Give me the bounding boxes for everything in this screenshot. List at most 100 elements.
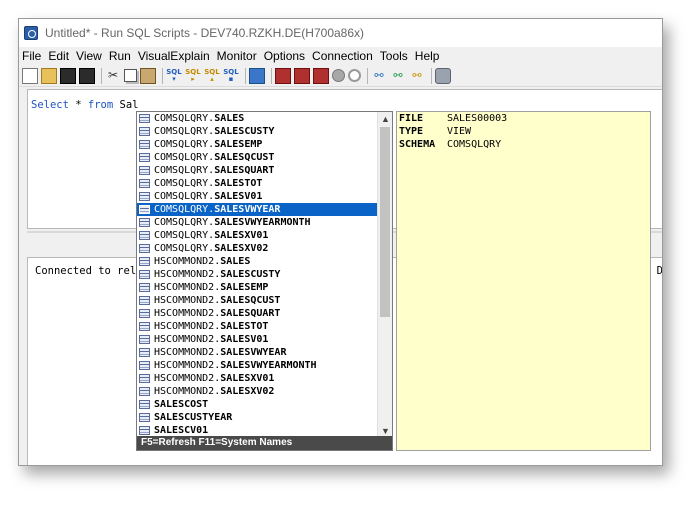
- item-name: SALESXV01: [214, 230, 269, 241]
- autocomplete-item[interactable]: COMSQLQRY. SALESXV01: [137, 229, 378, 242]
- explain-icon[interactable]: [275, 67, 291, 84]
- table-icon: [139, 400, 150, 409]
- autocomplete-item[interactable]: SALESCUSTYEAR: [137, 411, 378, 424]
- table-icon: [139, 309, 150, 318]
- item-name: SALESTOT: [214, 178, 263, 189]
- table-icon: [139, 192, 150, 201]
- autocomplete-scrollbar[interactable]: ▲ ▼: [377, 112, 392, 438]
- menu-view[interactable]: View: [73, 49, 105, 63]
- title-bar[interactable]: Untitled* - Run SQL Scripts - DEV740.RZK…: [19, 19, 662, 47]
- menu-monitor[interactable]: Monitor: [214, 49, 260, 63]
- item-schema: HSCOMMOND2.: [154, 295, 221, 306]
- autocomplete-item[interactable]: COMSQLQRY. SALESEMP: [137, 138, 378, 151]
- item-name: SALESXV01: [220, 373, 275, 384]
- table-icon: [139, 231, 150, 240]
- table-icon: [139, 387, 150, 396]
- autocomplete-item[interactable]: HSCOMMOND2. SALES: [137, 255, 378, 268]
- run-statement-icon[interactable]: SQL ▾: [166, 68, 182, 84]
- open-icon[interactable]: [41, 67, 57, 84]
- item-schema: HSCOMMOND2.: [154, 282, 221, 293]
- autocomplete-item[interactable]: SALESCOST: [137, 398, 378, 411]
- scroll-up-icon[interactable]: ▲: [378, 112, 393, 126]
- detail-key: SCHEMA: [399, 139, 436, 150]
- autocomplete-item[interactable]: COMSQLQRY. SALESQUART: [137, 164, 378, 177]
- autocomplete-item[interactable]: COMSQLQRY. SALES: [137, 112, 378, 125]
- autocomplete-item[interactable]: HSCOMMOND2. SALESCUSTY: [137, 268, 378, 281]
- autocomplete-item[interactable]: COMSQLQRY. SALESVWYEARMONTH: [137, 216, 378, 229]
- monitor-icon[interactable]: ⚯: [371, 68, 387, 84]
- database-icon[interactable]: [435, 67, 451, 84]
- table-icon: [139, 179, 150, 188]
- save-as-icon[interactable]: [79, 67, 95, 84]
- table-icon: [139, 257, 150, 266]
- menu-edit[interactable]: Edit: [45, 49, 72, 63]
- autocomplete-list: COMSQLQRY. SALES COMSQLQRY. SALESCUSTY COMSQ…: [137, 112, 378, 438]
- menu-tools[interactable]: Tools: [377, 49, 411, 63]
- table-icon: [139, 218, 150, 227]
- keyword-from: from: [87, 99, 114, 111]
- menu-file[interactable]: File: [19, 49, 44, 63]
- item-name: SALESQUART: [220, 308, 281, 319]
- object-detail-panel: FILE SALES00003 TYPE VIEW SCHEMA COMSQLQRY: [396, 111, 651, 451]
- save-icon[interactable]: [60, 67, 76, 84]
- table-icon: [139, 335, 150, 344]
- autocomplete-item[interactable]: COMSQLQRY. SALESQCUST: [137, 151, 378, 164]
- toolbar: ✂ SQL ▾ SQL ▸ SQL ▴ SQL ▪ ⚯ ⚯ ⚯: [19, 65, 662, 87]
- cut-icon[interactable]: ✂: [105, 68, 121, 84]
- autocomplete-item[interactable]: HSCOMMOND2. SALESV01: [137, 333, 378, 346]
- menu-help[interactable]: Help: [412, 49, 443, 63]
- item-schema: COMSQLQRY.: [154, 113, 215, 124]
- item-name: SALES: [220, 256, 251, 267]
- autocomplete-item[interactable]: HSCOMMOND2. SALESEMP: [137, 281, 378, 294]
- item-schema: COMSQLQRY.: [154, 152, 215, 163]
- autocomplete-item[interactable]: COMSQLQRY. SALESTOT: [137, 177, 378, 190]
- monitor-stop-icon[interactable]: ⚯: [409, 68, 425, 84]
- menu-run[interactable]: Run: [106, 49, 134, 63]
- item-name: SALESV01: [220, 334, 269, 345]
- menu-options[interactable]: Options: [261, 49, 308, 63]
- item-name: SALESXV02: [214, 243, 269, 254]
- autocomplete-item[interactable]: COMSQLQRY. SALESV01: [137, 190, 378, 203]
- autocomplete-item[interactable]: HSCOMMOND2. SALESXV01: [137, 372, 378, 385]
- run-selected-icon[interactable]: SQL ▪: [223, 68, 239, 84]
- run-from-selected-icon[interactable]: SQL ▴: [204, 68, 220, 84]
- item-name: SALESVWYEARMONTH: [220, 360, 317, 371]
- run-options-icon[interactable]: [249, 67, 265, 84]
- copy-icon[interactable]: [124, 69, 137, 82]
- autocomplete-item[interactable]: COMSQLQRY. SALESCUSTY: [137, 125, 378, 138]
- autocomplete-status: F5=Refresh F11=System Names: [137, 436, 392, 450]
- stop-icon[interactable]: [348, 69, 361, 82]
- run-all-icon[interactable]: SQL ▸: [185, 68, 201, 84]
- new-icon[interactable]: [22, 67, 38, 84]
- item-schema: HSCOMMOND2.: [154, 360, 221, 371]
- pause-icon[interactable]: [332, 69, 345, 82]
- app-icon: [24, 26, 38, 40]
- autocomplete-item[interactable]: HSCOMMOND2. SALESVWYEAR: [137, 346, 378, 359]
- scroll-thumb[interactable]: [380, 127, 390, 317]
- item-name: SALESCUSTY: [220, 269, 281, 280]
- table-icon: [139, 413, 150, 422]
- item-schema: COMSQLQRY.: [154, 204, 215, 215]
- table-icon: [139, 127, 150, 136]
- table-icon: [139, 270, 150, 279]
- item-schema: COMSQLQRY.: [154, 126, 215, 137]
- visual-explain-icon[interactable]: [313, 67, 329, 84]
- autocomplete-item[interactable]: HSCOMMOND2. SALESQCUST: [137, 294, 378, 307]
- autocomplete-item[interactable]: COMSQLQRY. SALESVWYEAR: [137, 203, 378, 216]
- autocomplete-item[interactable]: COMSQLQRY. SALESXV02: [137, 242, 378, 255]
- table-icon: [139, 205, 150, 214]
- item-name: SALESEMP: [214, 139, 263, 150]
- autocomplete-item[interactable]: HSCOMMOND2. SALESVWYEARMONTH: [137, 359, 378, 372]
- item-schema: HSCOMMOND2.: [154, 256, 221, 267]
- monitor-start-icon[interactable]: ⚯: [390, 68, 406, 84]
- autocomplete-item[interactable]: HSCOMMOND2. SALESTOT: [137, 320, 378, 333]
- autocomplete-item[interactable]: HSCOMMOND2. SALESQUART: [137, 307, 378, 320]
- table-icon: [139, 153, 150, 162]
- menu-visualexplain[interactable]: VisualExplain: [135, 49, 213, 63]
- run-and-explain-icon[interactable]: [294, 67, 310, 84]
- menu-connection[interactable]: Connection: [309, 49, 376, 63]
- item-name: SALESCV01: [154, 425, 209, 436]
- paste-icon[interactable]: [140, 67, 156, 84]
- autocomplete-item[interactable]: HSCOMMOND2. SALESXV02: [137, 385, 378, 398]
- detail-value: VIEW: [447, 126, 472, 137]
